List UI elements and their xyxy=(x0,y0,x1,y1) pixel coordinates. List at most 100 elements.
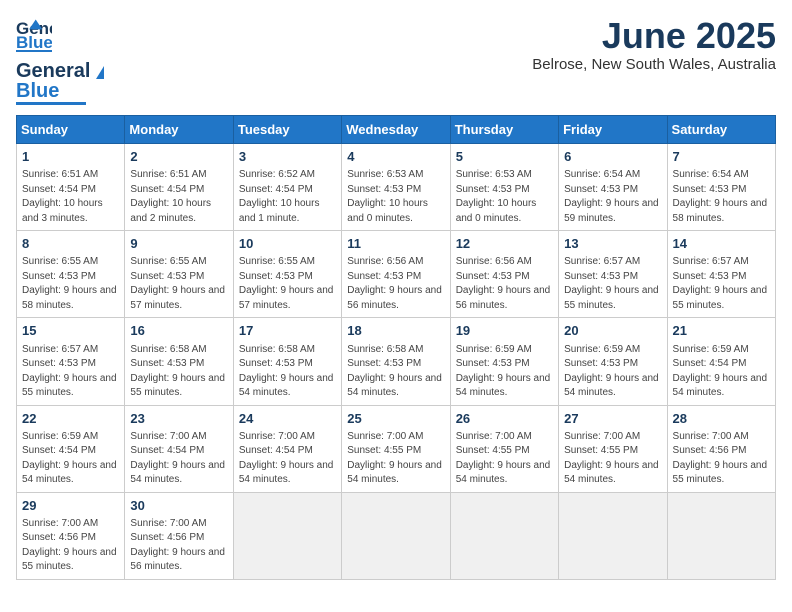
day-info: Sunrise: 7:00 AMSunset: 4:56 PMDaylight:… xyxy=(22,517,119,575)
day-info: Sunrise: 6:51 AMSunset: 4:54 PMDaylight:… xyxy=(22,168,119,226)
calendar-cell: 1Sunrise: 6:51 AMSunset: 4:54 PMDaylight… xyxy=(17,144,125,231)
day-number: 6 xyxy=(564,148,661,166)
calendar-week-row: 1Sunrise: 6:51 AMSunset: 4:54 PMDaylight… xyxy=(17,144,776,231)
calendar-cell: 19 Sunrise: 6:59 AMSunset: 4:53 PMDayligh… xyxy=(450,318,558,405)
weekday-header-saturday: Saturday xyxy=(667,116,775,144)
calendar-cell: 3Sunrise: 6:52 AMSunset: 4:54 PMDaylight… xyxy=(233,144,341,231)
day-info: Sunrise: 6:59 AMSunset: 4:54 PMDaylight:… xyxy=(22,430,119,488)
calendar-cell: 24 Sunrise: 7:00 AMSunset: 4:54 PMDayligh… xyxy=(233,405,341,492)
calendar-cell: 6 Sunrise: 6:54 AMSunset: 4:53 PMDaylight… xyxy=(559,144,667,231)
day-info: Sunrise: 6:54 AMSunset: 4:53 PMDaylight:… xyxy=(673,168,770,226)
day-info: Sunrise: 6:53 AMSunset: 4:53 PMDaylight:… xyxy=(456,168,553,226)
calendar-week-row: 22 Sunrise: 6:59 AMSunset: 4:54 PMDayligh… xyxy=(17,405,776,492)
day-number: 11 xyxy=(347,235,444,253)
day-number: 23 xyxy=(130,410,227,428)
day-number: 4 xyxy=(347,148,444,166)
day-number: 7 xyxy=(673,148,770,166)
day-info: Sunrise: 6:57 AMSunset: 4:53 PMDaylight:… xyxy=(673,255,770,313)
weekday-header-wednesday: Wednesday xyxy=(342,116,450,144)
day-number: 12 xyxy=(456,235,553,253)
calendar-cell: 16 Sunrise: 6:58 AMSunset: 4:53 PMDayligh… xyxy=(125,318,233,405)
day-info: Sunrise: 6:55 AMSunset: 4:53 PMDaylight:… xyxy=(130,255,227,313)
month-year-title: June 2025 xyxy=(532,16,776,56)
calendar-cell: 9 Sunrise: 6:55 AMSunset: 4:53 PMDaylight… xyxy=(125,231,233,318)
day-info: Sunrise: 6:59 AMSunset: 4:54 PMDaylight:… xyxy=(673,343,770,401)
day-info: Sunrise: 7:00 AMSunset: 4:56 PMDaylight:… xyxy=(673,430,770,488)
calendar-cell: 17 Sunrise: 6:58 AMSunset: 4:53 PMDayligh… xyxy=(233,318,341,405)
day-number: 2 xyxy=(130,148,227,166)
day-number: 14 xyxy=(673,235,770,253)
calendar-cell: 28 Sunrise: 7:00 AMSunset: 4:56 PMDayligh… xyxy=(667,405,775,492)
calendar-cell: 27 Sunrise: 7:00 AMSunset: 4:55 PMDayligh… xyxy=(559,405,667,492)
svg-text:Blue: Blue xyxy=(16,33,52,52)
day-number: 15 xyxy=(22,322,119,340)
day-number: 13 xyxy=(564,235,661,253)
page-header: General Blue General Blue June 2025 Belr… xyxy=(16,16,776,105)
weekday-header-monday: Monday xyxy=(125,116,233,144)
calendar-cell: 7 Sunrise: 6:54 AMSunset: 4:53 PMDaylight… xyxy=(667,144,775,231)
calendar-cell: 29Sunrise: 7:00 AMSunset: 4:56 PMDayligh… xyxy=(17,492,125,579)
day-number: 19 xyxy=(456,322,553,340)
day-number: 22 xyxy=(22,410,119,428)
calendar-cell xyxy=(342,492,450,579)
calendar-cell: 21 Sunrise: 6:59 AMSunset: 4:54 PMDayligh… xyxy=(667,318,775,405)
logo-general: General xyxy=(16,60,90,82)
calendar-cell: 15 Sunrise: 6:57 AMSunset: 4:53 PMDayligh… xyxy=(17,318,125,405)
calendar-week-row: 29Sunrise: 7:00 AMSunset: 4:56 PMDayligh… xyxy=(17,492,776,579)
weekday-header-sunday: Sunday xyxy=(17,116,125,144)
day-info: Sunrise: 6:59 AMSunset: 4:53 PMDaylight:… xyxy=(456,343,553,401)
day-info: Sunrise: 6:54 AMSunset: 4:53 PMDaylight:… xyxy=(564,168,661,226)
logo-blue: Blue xyxy=(16,80,59,102)
day-info: Sunrise: 6:58 AMSunset: 4:53 PMDaylight:… xyxy=(347,343,444,401)
calendar-cell: 26 Sunrise: 7:00 AMSunset: 4:55 PMDayligh… xyxy=(450,405,558,492)
day-number: 27 xyxy=(564,410,661,428)
calendar-cell xyxy=(450,492,558,579)
day-info: Sunrise: 7:00 AMSunset: 4:56 PMDaylight:… xyxy=(130,517,227,575)
calendar-cell: 13 Sunrise: 6:57 AMSunset: 4:53 PMDayligh… xyxy=(559,231,667,318)
day-info: Sunrise: 6:58 AMSunset: 4:53 PMDaylight:… xyxy=(130,343,227,401)
calendar-cell: 12 Sunrise: 6:56 AMSunset: 4:53 PMDayligh… xyxy=(450,231,558,318)
calendar-cell: 25Sunrise: 7:00 AMSunset: 4:55 PMDayligh… xyxy=(342,405,450,492)
day-number: 24 xyxy=(239,410,336,428)
calendar-cell: 10 Sunrise: 6:55 AMSunset: 4:53 PMDayligh… xyxy=(233,231,341,318)
title-block: June 2025 Belrose, New South Wales, Aust… xyxy=(532,16,776,73)
day-number: 5 xyxy=(456,148,553,166)
weekday-header-thursday: Thursday xyxy=(450,116,558,144)
calendar-cell xyxy=(559,492,667,579)
day-info: Sunrise: 7:00 AMSunset: 4:54 PMDaylight:… xyxy=(239,430,336,488)
day-info: Sunrise: 6:59 AMSunset: 4:53 PMDaylight:… xyxy=(564,343,661,401)
day-info: Sunrise: 6:57 AMSunset: 4:53 PMDaylight:… xyxy=(22,343,119,401)
day-info: Sunrise: 7:00 AMSunset: 4:55 PMDaylight:… xyxy=(347,430,444,488)
day-info: Sunrise: 6:56 AMSunset: 4:53 PMDaylight:… xyxy=(456,255,553,313)
day-info: Sunrise: 6:55 AMSunset: 4:53 PMDaylight:… xyxy=(239,255,336,313)
weekday-header-tuesday: Tuesday xyxy=(233,116,341,144)
calendar-header-row: SundayMondayTuesdayWednesdayThursdayFrid… xyxy=(17,116,776,144)
calendar-cell: 8Sunrise: 6:55 AMSunset: 4:53 PMDaylight… xyxy=(17,231,125,318)
calendar-cell: 4Sunrise: 6:53 AMSunset: 4:53 PMDaylight… xyxy=(342,144,450,231)
day-info: Sunrise: 6:57 AMSunset: 4:53 PMDaylight:… xyxy=(564,255,661,313)
calendar-cell: 23Sunrise: 7:00 AMSunset: 4:54 PMDayligh… xyxy=(125,405,233,492)
day-number: 18 xyxy=(347,322,444,340)
day-number: 17 xyxy=(239,322,336,340)
calendar-cell: 5 Sunrise: 6:53 AMSunset: 4:53 PMDaylight… xyxy=(450,144,558,231)
day-info: Sunrise: 6:58 AMSunset: 4:53 PMDaylight:… xyxy=(239,343,336,401)
logo: General Blue General Blue xyxy=(16,16,104,105)
calendar-cell: 30Sunrise: 7:00 AMSunset: 4:56 PMDayligh… xyxy=(125,492,233,579)
day-number: 8 xyxy=(22,235,119,253)
calendar-week-row: 8 Sunrise: 6:55 AMSunset: 4:53 PMDaylight… xyxy=(17,231,776,318)
weekday-header-friday: Friday xyxy=(559,116,667,144)
day-number: 26 xyxy=(456,410,553,428)
day-number: 10 xyxy=(239,235,336,253)
logo-icon: General Blue xyxy=(16,16,52,57)
calendar-cell: 22 Sunrise: 6:59 AMSunset: 4:54 PMDayligh… xyxy=(17,405,125,492)
day-info: Sunrise: 6:51 AMSunset: 4:54 PMDaylight:… xyxy=(130,168,227,226)
day-info: Sunrise: 7:00 AMSunset: 4:55 PMDaylight:… xyxy=(456,430,553,488)
calendar-cell: 2 Sunrise: 6:51 AMSunset: 4:54 PMDaylight… xyxy=(125,144,233,231)
day-number: 16 xyxy=(130,322,227,340)
location-subtitle: Belrose, New South Wales, Australia xyxy=(532,56,776,73)
day-number: 28 xyxy=(673,410,770,428)
calendar-cell: 20Sunrise: 6:59 AMSunset: 4:53 PMDayligh… xyxy=(559,318,667,405)
day-number: 21 xyxy=(673,322,770,340)
day-number: 9 xyxy=(130,235,227,253)
day-info: Sunrise: 7:00 AMSunset: 4:55 PMDaylight:… xyxy=(564,430,661,488)
